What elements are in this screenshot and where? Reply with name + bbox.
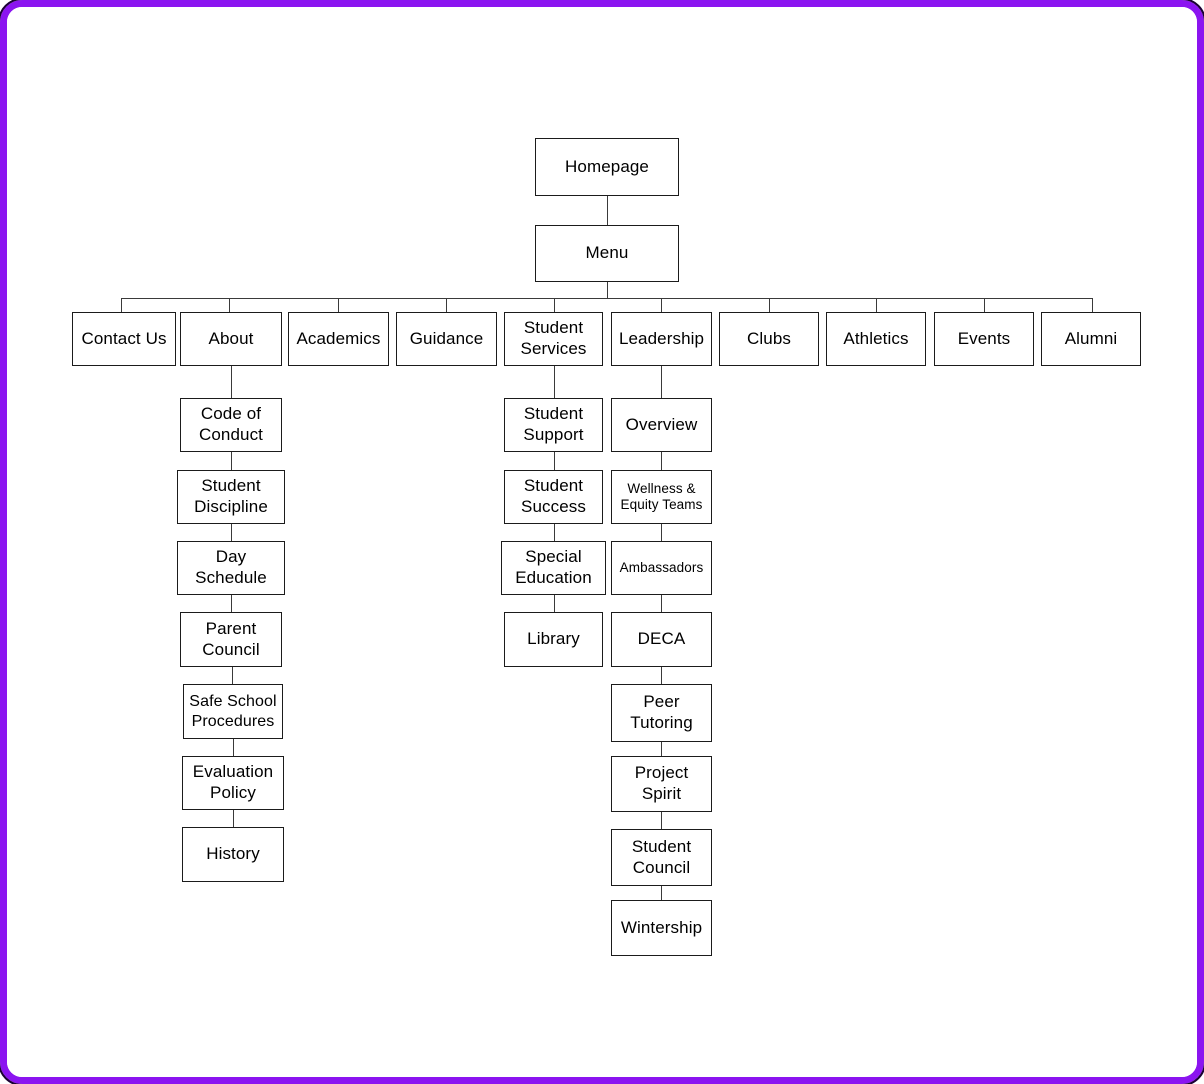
node-guidance[interactable]: Guidance (396, 312, 497, 366)
connector-deca-peer-tutoring (661, 667, 662, 684)
connector-day-schedule-parent-council (231, 595, 232, 612)
node-deca[interactable]: DECA (611, 612, 712, 667)
connector-bus-about (229, 298, 230, 312)
connector-wellness-equity-ambassadors (661, 524, 662, 541)
node-overview[interactable]: Overview (611, 398, 712, 452)
node-clubs[interactable]: Clubs (719, 312, 819, 366)
connector-student-support-student-success (554, 452, 555, 470)
node-day-schedule[interactable]: Day Schedule (177, 541, 285, 595)
connector-leadership-overview (661, 366, 662, 398)
node-alumni[interactable]: Alumni (1041, 312, 1141, 366)
node-homepage[interactable]: Homepage (535, 138, 679, 196)
node-athletics[interactable]: Athletics (826, 312, 926, 366)
connector-bus-leadership (661, 298, 662, 312)
node-special-education[interactable]: Special Education (501, 541, 606, 595)
diagram-frame: Homepage Menu Contact Us About Academics… (0, 0, 1204, 1084)
connector-ambassadors-deca (661, 595, 662, 612)
connector-student-discipline-day-schedule (231, 524, 232, 541)
node-library[interactable]: Library (504, 612, 603, 667)
connector-bus (121, 298, 1092, 299)
node-wellness-equity-teams[interactable]: Wellness & Equity Teams (611, 470, 712, 524)
connector-code-of-conduct-student-discipline (231, 452, 232, 470)
connector-student-services-student-support (554, 366, 555, 398)
node-student-council[interactable]: Student Council (611, 829, 712, 886)
node-wintership[interactable]: Wintership (611, 900, 712, 956)
node-history[interactable]: History (182, 827, 284, 882)
node-menu[interactable]: Menu (535, 225, 679, 282)
connector-bus-student-services (554, 298, 555, 312)
connector-project-spirit-student-council (661, 812, 662, 829)
node-student-discipline[interactable]: Student Discipline (177, 470, 285, 524)
diagram-canvas: Homepage Menu Contact Us About Academics… (7, 7, 1197, 1077)
connector-bus-academics (338, 298, 339, 312)
node-parent-council[interactable]: Parent Council (180, 612, 282, 667)
connector-bus-events (984, 298, 985, 312)
node-student-success[interactable]: Student Success (504, 470, 603, 524)
node-contact-us[interactable]: Contact Us (72, 312, 176, 366)
connector-bus-athletics (876, 298, 877, 312)
connector-parent-council-safe-school (232, 667, 233, 684)
connector-bus-alumni (1092, 298, 1093, 312)
node-project-spirit[interactable]: Project Spirit (611, 756, 712, 812)
connector-menu-bus (607, 282, 608, 298)
connector-peer-tutoring-project-spirit (661, 742, 662, 756)
connector-homepage-menu (607, 196, 608, 225)
site-map-diagram: Homepage Menu Contact Us About Academics… (7, 7, 1197, 1077)
node-code-of-conduct[interactable]: Code of Conduct (180, 398, 282, 452)
connector-safe-school-evaluation-policy (233, 739, 234, 756)
connector-evaluation-policy-history (233, 810, 234, 827)
node-student-services[interactable]: Student Services (504, 312, 603, 366)
connector-student-council-wintership (661, 886, 662, 900)
connector-bus-clubs (769, 298, 770, 312)
node-evaluation-policy[interactable]: Evaluation Policy (182, 756, 284, 810)
node-leadership[interactable]: Leadership (611, 312, 712, 366)
node-academics[interactable]: Academics (288, 312, 389, 366)
connector-special-education-library (554, 595, 555, 612)
connector-overview-wellness-equity (661, 452, 662, 470)
connector-student-success-special-education (554, 524, 555, 541)
node-about[interactable]: About (180, 312, 282, 366)
connector-bus-guidance (446, 298, 447, 312)
connector-about-code-of-conduct (231, 366, 232, 398)
node-student-support[interactable]: Student Support (504, 398, 603, 452)
node-events[interactable]: Events (934, 312, 1034, 366)
connector-bus-contact-us (121, 298, 122, 312)
node-safe-school-procedures[interactable]: Safe School Procedures (183, 684, 283, 739)
node-peer-tutoring[interactable]: Peer Tutoring (611, 684, 712, 742)
node-ambassadors[interactable]: Ambassadors (611, 541, 712, 595)
